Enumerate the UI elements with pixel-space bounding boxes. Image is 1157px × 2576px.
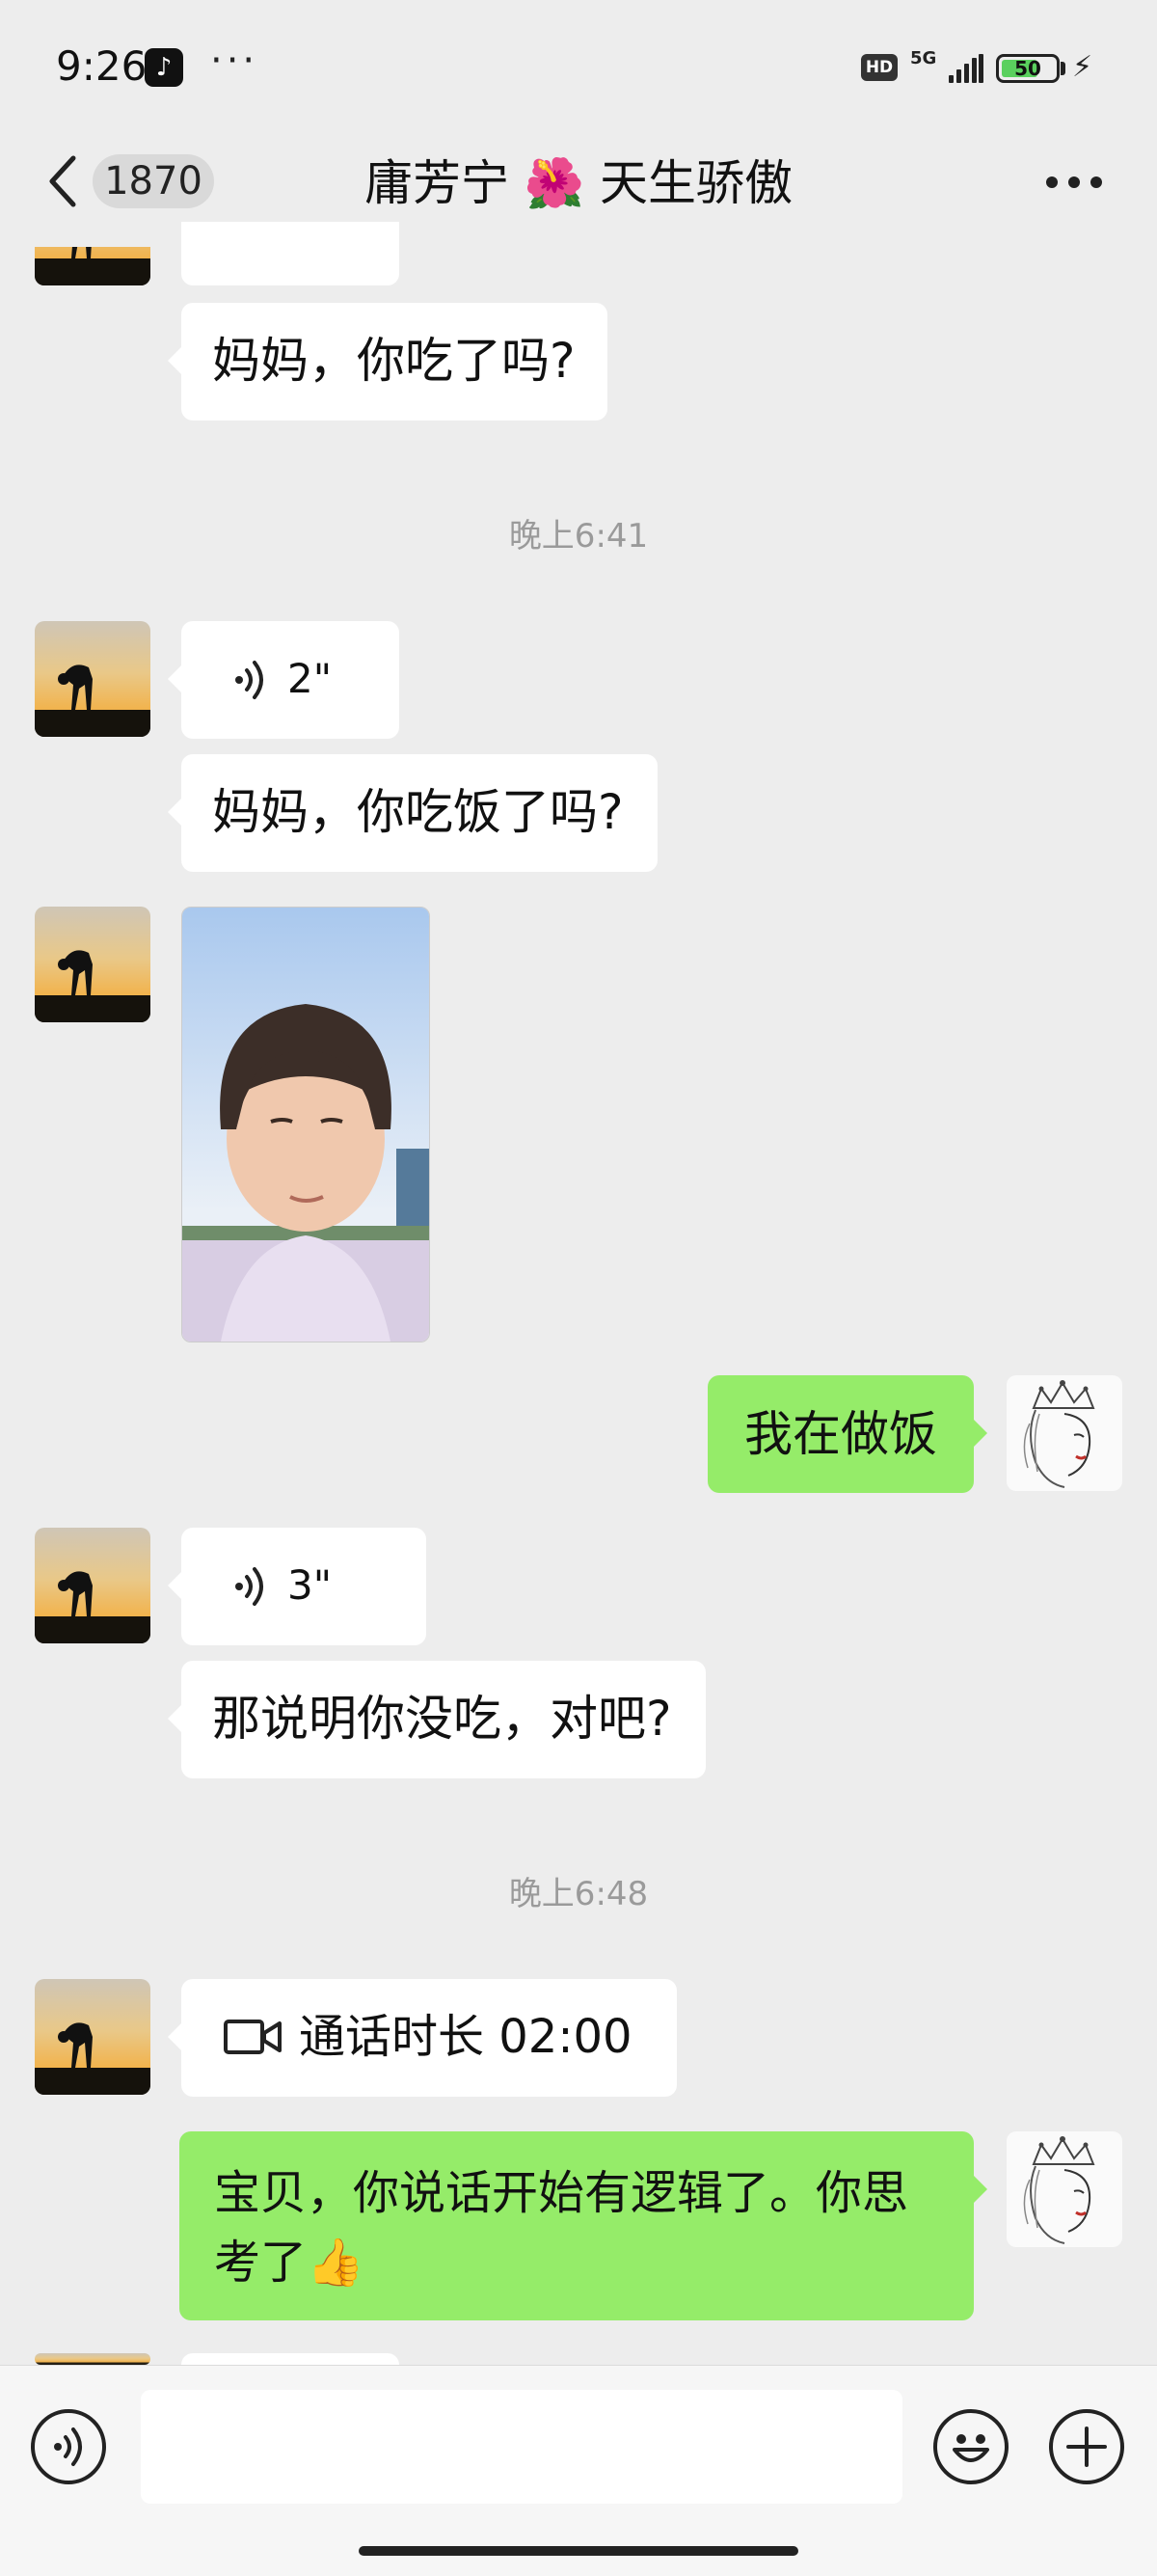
my-avatar[interactable] bbox=[1007, 2131, 1122, 2247]
outgoing-message-bubble[interactable]: 宝贝，你说话开始有逻辑了。你思 考了👍 bbox=[179, 2131, 987, 2320]
more-options-icon[interactable] bbox=[1046, 176, 1102, 188]
friend-avatar[interactable] bbox=[35, 1979, 150, 2095]
voice-icon bbox=[235, 661, 263, 699]
tiktok-icon: ♪ bbox=[145, 48, 183, 87]
timestamp: 晚上6:41 bbox=[508, 517, 649, 556]
message-bubble[interactable]: 妈妈，你吃饭了吗? bbox=[168, 754, 658, 872]
my-avatar[interactable] bbox=[1007, 1375, 1122, 1491]
voice-duration: 3" bbox=[287, 1561, 333, 1609]
more-functions-button[interactable] bbox=[1049, 2409, 1124, 2484]
home-indicator[interactable] bbox=[359, 2546, 798, 2556]
voice-message-bubble[interactable]: 2" bbox=[168, 621, 399, 739]
message-line: 宝贝，你说话开始有逻辑了。你思 bbox=[214, 2166, 909, 2220]
voice-icon bbox=[54, 2427, 82, 2466]
unread-count-badge[interactable]: 1870 bbox=[93, 154, 214, 208]
voice-message-bubble[interactable]: 3" bbox=[168, 1528, 426, 1645]
voice-icon bbox=[235, 1567, 263, 1606]
battery-tip bbox=[1061, 62, 1065, 75]
message-bubble[interactable]: 那说明你没吃，对吧? bbox=[168, 1661, 706, 1778]
status-time: 9:26 bbox=[56, 42, 148, 90]
charging-icon: ⚡ bbox=[1072, 50, 1093, 84]
friend-avatar[interactable] bbox=[35, 1528, 150, 1643]
plus-icon bbox=[1066, 2427, 1107, 2467]
emoji-icon bbox=[953, 2434, 989, 2462]
call-duration: 通话时长 02:00 bbox=[299, 2010, 632, 2064]
battery-level: 50 bbox=[1014, 57, 1041, 80]
timestamp: 晚上6:48 bbox=[508, 1875, 649, 1913]
friend-avatar bbox=[35, 2353, 150, 2365]
message-input[interactable] bbox=[141, 2390, 902, 2504]
voice-input-button[interactable] bbox=[31, 2409, 106, 2484]
video-call-icon bbox=[224, 2020, 282, 2054]
message-bubble-partial bbox=[181, 2353, 399, 2365]
outgoing-message-bubble[interactable]: 我在做饭 bbox=[708, 1375, 987, 1493]
status-overflow-icon: ··· bbox=[210, 39, 259, 83]
battery-icon: 50 bbox=[996, 54, 1060, 83]
voice-duration: 2" bbox=[287, 655, 333, 702]
call-record-bubble[interactable]: 通话时长 02:00 bbox=[168, 1979, 677, 2097]
back-icon[interactable] bbox=[40, 152, 89, 210]
emoji-button[interactable] bbox=[933, 2409, 1009, 2484]
message-bubble-partial bbox=[181, 222, 399, 285]
chat-title: 庸芳宁 🌺 天生骄傲 bbox=[363, 155, 794, 211]
message-line: 考了👍 bbox=[214, 2236, 364, 2290]
message-bubble[interactable]: 妈妈，你吃了吗? bbox=[168, 303, 607, 420]
friend-avatar[interactable] bbox=[35, 621, 150, 737]
friend-avatar[interactable] bbox=[35, 907, 150, 1022]
hd-icon: HD bbox=[861, 54, 898, 81]
photo-message[interactable] bbox=[181, 907, 430, 1342]
signal-icon bbox=[949, 54, 983, 83]
network-type: 5G bbox=[910, 48, 937, 68]
